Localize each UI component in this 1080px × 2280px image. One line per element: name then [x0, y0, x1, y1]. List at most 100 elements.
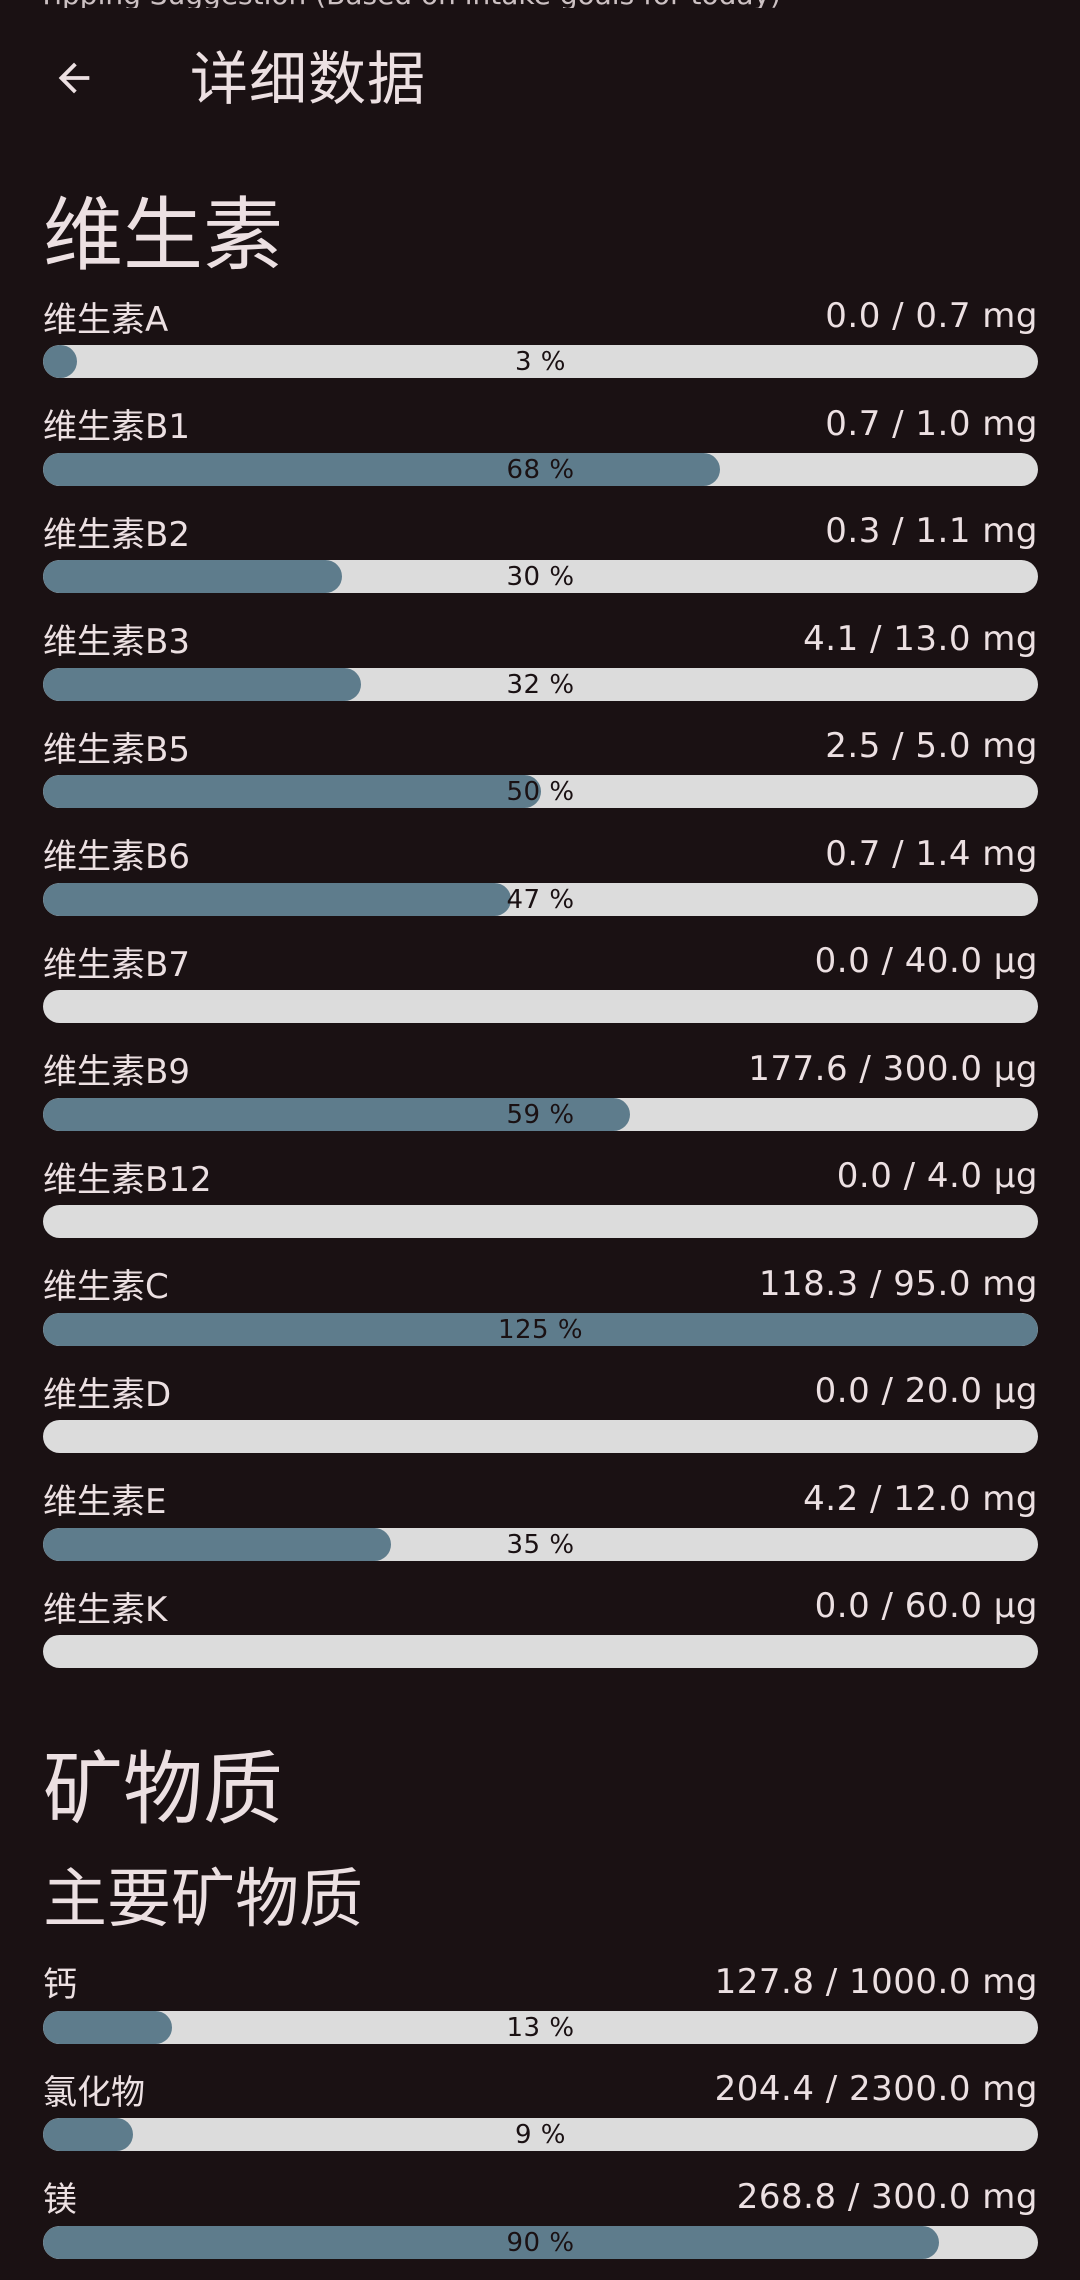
progress-percent-label	[43, 990, 1038, 1023]
nutrient-name: 维生素B12	[43, 1152, 212, 1201]
nutrient-amount: 2.5 / 5.0 mg	[825, 726, 1038, 766]
nutrient-header: 维生素B2 0.3 / 1.1 mg	[43, 507, 1038, 555]
progress-bar: 13 %	[43, 2011, 1038, 2044]
nutrient-name: 维生素B6	[43, 829, 190, 878]
nutrient-header: 维生素B7 0.0 / 40.0 μg	[43, 937, 1038, 985]
progress-percent-label: 59 %	[43, 1098, 1038, 1131]
nutrient-name: 钙	[43, 1957, 77, 2006]
progress-percent-label: 47 %	[43, 883, 1038, 916]
status-text: Tipping Suggestion (Based on intake goal…	[38, 0, 818, 8]
app-bar: 详细数据	[0, 22, 1080, 132]
nutrient-header: 钙 127.8 / 1000.0 mg	[43, 1958, 1038, 2006]
nutrient-header: 维生素B12 0.0 / 4.0 μg	[43, 1152, 1038, 1200]
nutrient-amount: 268.8 / 300.0 mg	[737, 2177, 1038, 2217]
nutrient-header: 维生素B6 0.7 / 1.4 mg	[43, 830, 1038, 878]
nutrient-header: 维生素B1 0.7 / 1.0 mg	[43, 400, 1038, 448]
nutrient-name: 维生素A	[43, 292, 168, 341]
nutrient-row: 维生素B5 2.5 / 5.0 mg 50 %	[43, 722, 1038, 830]
nutrient-amount: 0.0 / 20.0 μg	[815, 1371, 1038, 1411]
nutrient-amount: 127.8 / 1000.0 mg	[715, 1962, 1038, 2002]
progress-percent-label: 125 %	[43, 1313, 1038, 1346]
nutrient-row: 维生素C118.3 / 95.0 mg 125 %	[43, 1260, 1038, 1368]
progress-percent-label: 68 %	[43, 453, 1038, 486]
nutrient-header: 维生素A 0.0 / 0.7 mg	[43, 292, 1038, 340]
nutrient-header: 维生素E 4.2 / 12.0 mg	[43, 1475, 1038, 1523]
progress-bar	[43, 1420, 1038, 1453]
nutrient-amount: 0.7 / 1.0 mg	[825, 404, 1038, 444]
progress-percent-label: 50 %	[43, 775, 1038, 808]
nutrient-amount: 118.3 / 95.0 mg	[759, 1264, 1038, 1304]
progress-percent-label	[43, 1635, 1038, 1668]
nutrient-name: 维生素B5	[43, 722, 190, 771]
nutrient-amount: 0.3 / 1.1 mg	[825, 511, 1038, 551]
progress-bar: 59 %	[43, 1098, 1038, 1131]
nutrient-row: 维生素B12 0.0 / 4.0 μg	[43, 1152, 1038, 1260]
progress-bar: 125 %	[43, 1313, 1038, 1346]
nutrient-row: 维生素D 0.0 / 20.0 μg	[43, 1367, 1038, 1475]
nutrient-header: 维生素B9 177.6 / 300.0 μg	[43, 1045, 1038, 1093]
nutrient-row: 镁 268.8 / 300.0 mg 90 %	[43, 2173, 1038, 2280]
nutrient-amount: 0.0 / 4.0 μg	[837, 1156, 1038, 1196]
progress-percent-label: 30 %	[43, 560, 1038, 593]
nutrient-row: 维生素B7 0.0 / 40.0 μg	[43, 937, 1038, 1045]
progress-bar: 35 %	[43, 1528, 1038, 1561]
nutrient-row: 维生素A 0.0 / 0.7 mg 3 %	[43, 292, 1038, 400]
progress-percent-label: 32 %	[43, 668, 1038, 701]
nutrient-header: 维生素B5 2.5 / 5.0 mg	[43, 722, 1038, 770]
nutrient-name: 维生素B3	[43, 614, 190, 663]
nutrient-name: 维生素B9	[43, 1044, 190, 1093]
nutrient-amount: 0.0 / 0.7 mg	[825, 296, 1038, 336]
nutrient-row: 氯化物204.4 / 2300.0 mg9 %	[43, 2065, 1038, 2173]
progress-bar	[43, 1205, 1038, 1238]
nutrient-row: 维生素B2 0.3 / 1.1 mg 30 %	[43, 507, 1038, 615]
nutrient-header: 维生素K 0.0 / 60.0 μg	[43, 1582, 1038, 1630]
nutrient-row: 维生素B9 177.6 / 300.0 μg 59 %	[43, 1045, 1038, 1153]
progress-bar: 47 %	[43, 883, 1038, 916]
nutrient-header: 维生素D 0.0 / 20.0 μg	[43, 1367, 1038, 1415]
progress-bar: 50 %	[43, 775, 1038, 808]
nutrient-amount: 4.1 / 13.0 mg	[803, 619, 1038, 659]
nutrient-row: 钙 127.8 / 1000.0 mg 13 %	[43, 1958, 1038, 2066]
status-text-fragment: Tipping Suggestion (Based on intake goal…	[38, 0, 818, 8]
back-button[interactable]	[26, 42, 122, 114]
progress-percent-label: 3 %	[43, 345, 1038, 378]
nutrient-header: 维生素C118.3 / 95.0 mg	[43, 1260, 1038, 1308]
arrow-back-icon	[51, 55, 97, 101]
nutrient-amount: 0.0 / 40.0 μg	[815, 941, 1038, 981]
nutrient-name: 氯化物	[43, 2065, 145, 2114]
nutrient-name: 维生素B2	[43, 507, 190, 556]
major-minerals-title: 主要矿物质	[43, 1860, 1038, 1940]
page-title: 详细数据	[190, 44, 426, 114]
nutrient-row: 维生素B3 4.1 / 13.0 mg 32 %	[43, 615, 1038, 723]
progress-percent-label: 90 %	[43, 2226, 1038, 2259]
progress-bar	[43, 1635, 1038, 1668]
progress-bar: 30 %	[43, 560, 1038, 593]
nutrient-detail-list: 维生素 维生素A 0.0 / 0.7 mg 3 % 维生素B1 0.7 / 1.0 mg…	[43, 188, 1038, 2280]
progress-percent-label: 35 %	[43, 1528, 1038, 1561]
vitamins-section-title: 维生素	[43, 188, 1038, 284]
nutrient-row: 维生素B1 0.7 / 1.0 mg 68 %	[43, 400, 1038, 508]
progress-bar	[43, 990, 1038, 1023]
progress-bar: 9 %	[43, 2118, 1038, 2151]
nutrient-amount: 0.7 / 1.4 mg	[825, 834, 1038, 874]
nutrient-amount: 4.2 / 12.0 mg	[803, 1479, 1038, 1519]
nutrient-name: 维生素E	[43, 1474, 166, 1523]
nutrient-header: 维生素B3 4.1 / 13.0 mg	[43, 615, 1038, 663]
nutrient-name: 镁	[43, 2172, 77, 2221]
nutrient-amount: 0.0 / 60.0 μg	[815, 1586, 1038, 1626]
progress-bar: 90 %	[43, 2226, 1038, 2259]
minerals-section-title: 矿物质	[43, 1742, 1038, 1838]
progress-percent-label: 9 %	[43, 2118, 1038, 2151]
nutrient-name: 维生素K	[43, 1582, 167, 1631]
progress-bar: 3 %	[43, 345, 1038, 378]
nutrient-name: 维生素B7	[43, 937, 190, 986]
major-mineral-list: 钙 127.8 / 1000.0 mg 13 % 氯化物204.4 / 2300.0 …	[43, 1958, 1038, 2280]
vitamin-list: 维生素A 0.0 / 0.7 mg 3 % 维生素B1 0.7 / 1.0 mg 68 %…	[43, 292, 1038, 1690]
progress-percent-label: 13 %	[43, 2011, 1038, 2044]
nutrient-name: 维生素B1	[43, 399, 190, 448]
nutrient-row: 维生素E 4.2 / 12.0 mg 35 %	[43, 1475, 1038, 1583]
progress-bar: 68 %	[43, 453, 1038, 486]
nutrient-amount: 177.6 / 300.0 μg	[748, 1049, 1038, 1089]
nutrient-row: 维生素K 0.0 / 60.0 μg	[43, 1582, 1038, 1690]
nutrient-name: 维生素D	[43, 1367, 171, 1416]
